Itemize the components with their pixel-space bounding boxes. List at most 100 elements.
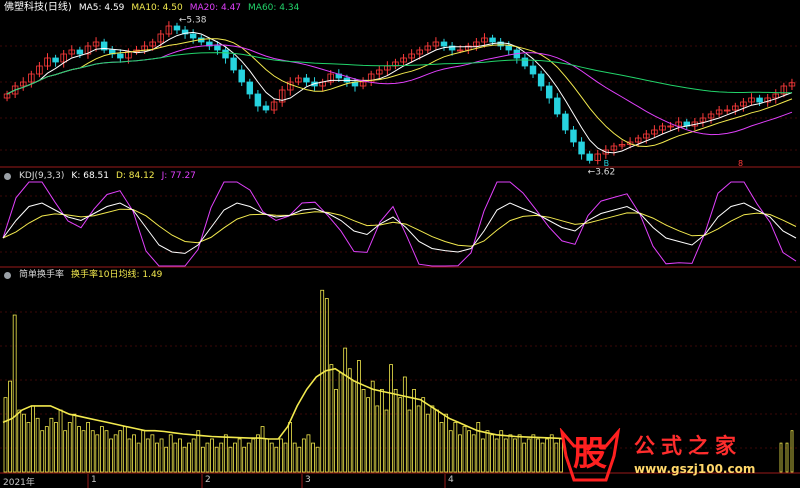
turnover-bar [398,397,403,473]
turnover-bar [412,388,416,473]
panel-menu-icon[interactable] [4,172,11,180]
turnover-bar [223,434,228,473]
turnover-bar [173,442,178,473]
turnover-bar [306,434,311,473]
watermark-url: www.gszj100.com [634,462,756,476]
turnover-bar [86,422,91,473]
turnover-bar [490,434,494,473]
turnover-bar [159,438,164,473]
turnover-bar [375,405,380,473]
ma10-line [6,38,793,148]
candle-body [562,113,569,131]
turnover-bar [182,446,187,473]
ma60-label: MA60: 4.34 [248,3,300,13]
turnover-bar [191,438,196,473]
low-annotation: ←3.62 [588,167,616,177]
candle-body [52,57,59,63]
ma5-line [6,31,793,154]
turnover-bar [196,430,201,473]
turnover-bar [444,413,449,473]
turnover-bar [522,442,527,473]
turnover-bar [517,434,522,473]
watermark-logo-text: 股 [573,434,607,474]
candle-body [505,45,512,51]
turnover-bar [471,434,476,473]
turnover-bar [540,442,545,473]
candle-body [440,41,448,47]
candle-body [529,65,537,75]
turnover-bar [12,314,17,473]
turnover-bar [384,409,389,473]
turnover-bar [435,409,439,473]
turnover-bar [164,446,169,473]
watermark: 股 公式之家 www.gszj100.com [558,428,794,484]
turnover-bar [503,438,508,473]
candle-body [76,49,84,55]
turnover-bar [480,438,485,473]
candle-body [189,33,197,39]
turnover-bar [402,376,407,473]
turnover-bar [448,430,453,473]
turnover-bar [324,298,329,473]
turnover-bar [251,438,256,473]
stock-title: 佛塑科技(日线) [4,2,72,13]
turnover-bar [246,442,251,473]
turnover-bar [462,426,467,473]
turnover-bar [292,442,297,473]
turnover-bar [357,360,361,473]
ma10-label: MA10: 4.50 [131,3,183,13]
turnover-bar [109,438,113,473]
annotations: ←5.38 ←3.62B 8 [179,16,743,178]
signal-marker-low: B [604,159,610,168]
turnover-bar [513,438,517,473]
candle-body [578,141,585,155]
turnover-bar [168,434,173,473]
turnover-bar [508,434,513,473]
candle-body [570,129,577,143]
turnover-bar [81,430,86,473]
candle-body [222,49,229,59]
turnover-bar [366,397,371,473]
turnover-bar [485,430,490,473]
turnover-bar [31,405,35,473]
turnover-bar [40,430,45,473]
ma5-label: MA5: 4.59 [78,3,125,13]
turnover-bar [67,422,72,473]
x-label-3: 3 [305,475,311,485]
turnover-bar [334,388,338,473]
turnover-bar [288,422,292,473]
x-label-1: 1 [91,475,97,485]
candle-body [230,57,237,71]
turnover-bar [301,438,306,473]
panel-menu-icon[interactable] [4,271,11,279]
turnover-bar [49,417,54,473]
turnover-bar [430,405,435,473]
turnover-bar [90,430,95,473]
turnover-bar [228,446,233,473]
turnover-bar [95,434,100,473]
turnover-bar [210,438,214,473]
turnover-bar [72,413,77,473]
turnover-bar [77,426,81,473]
kdj-k-line [2,202,797,254]
turnover-bar [526,438,531,473]
signal-marker-right: 8 [738,159,743,168]
turnover-bar [329,364,334,473]
candle-body [537,73,545,87]
chart-canvas: ←5.38 ←3.62B 8 [0,16,800,488]
turnover-bar [279,438,283,473]
turnover-bar [531,434,536,473]
turnover-bar [44,426,49,473]
candlestick-series[interactable] [3,21,796,165]
watermark-title: 公式之家 [634,434,742,458]
turnover-bar [3,397,8,473]
candle-body [173,25,181,31]
turnover-bar [187,442,191,473]
candle-body [586,153,593,161]
turnover-ma-label: 换手率10日均线: 1.49 [71,270,163,280]
main-panel-header: 佛塑科技(日线) MA5: 4.59 MA10: 4.50 MA20: 4.47… [4,1,299,15]
turnover-bar [453,422,458,473]
turnover-bar [63,430,68,473]
turnover-bar [256,434,260,473]
turnover-bar [265,438,270,473]
